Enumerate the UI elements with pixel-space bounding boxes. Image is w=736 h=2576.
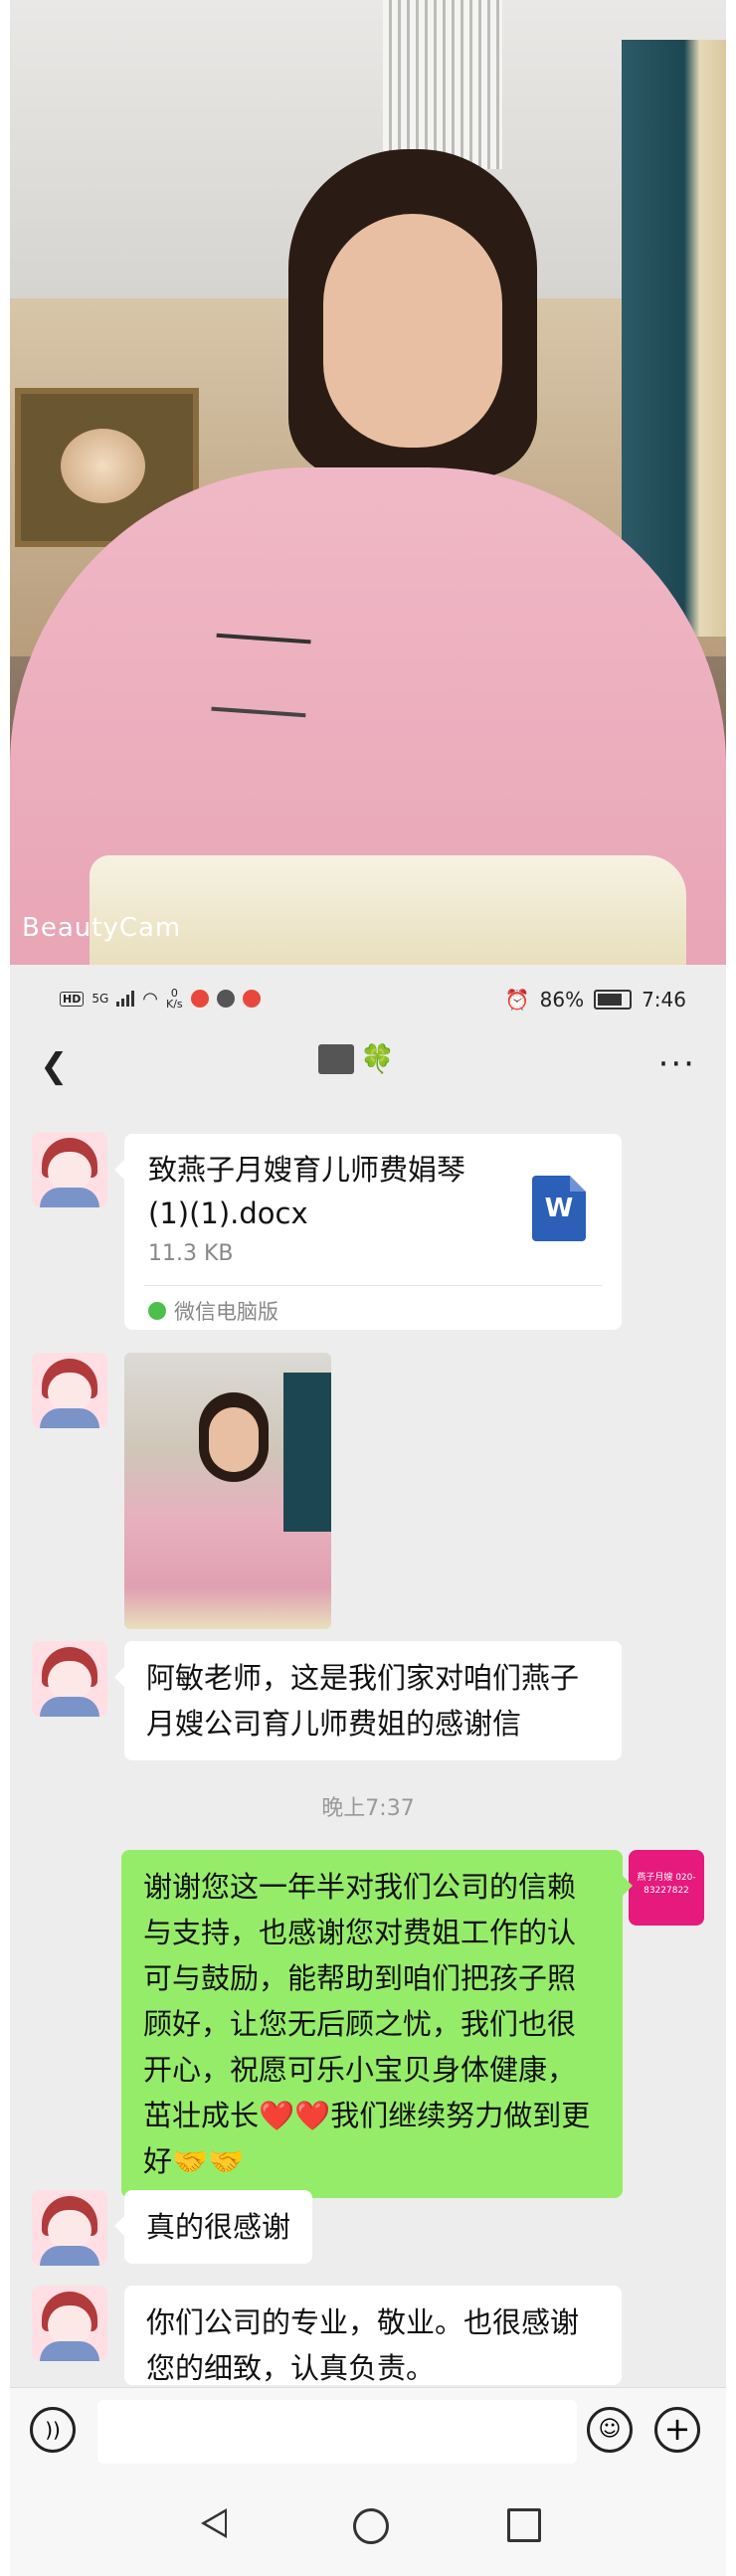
file-size: 11.3 KB	[148, 1241, 234, 1266]
text-message[interactable]: 你们公司的专业，敬业。也很感谢您的细致，认真负责。	[124, 2286, 622, 2385]
message-input[interactable]	[97, 2400, 577, 2464]
nav-recents-icon[interactable]	[507, 2508, 541, 2542]
hd-icon: HD	[60, 991, 85, 1007]
plus-icon[interactable]: +	[654, 2407, 700, 2453]
input-bar: )) ☺ +	[10, 2387, 726, 2478]
file-message[interactable]: 致燕子月嫂育儿师费娟琴(1)(1).docx W 11.3 KB 微信电脑版	[114, 1134, 622, 1330]
status-bar: HD 5G ◠ 0 K/s ⏰ 86% 7:46	[10, 980, 726, 1019]
emoji-icon[interactable]: ☺	[587, 2407, 633, 2453]
battery-icon	[594, 990, 633, 1010]
shared-photo: BeautyCam	[10, 0, 726, 965]
system-nav-bar	[10, 2477, 726, 2576]
nav-home-icon[interactable]	[353, 2508, 389, 2544]
message-timestamp: 晚上7:37	[321, 1796, 415, 1821]
open-book	[90, 855, 686, 965]
file-name: 致燕子月嫂育儿师费娟琴(1)(1).docx	[148, 1153, 466, 1230]
contact-avatar[interactable]	[32, 1641, 107, 1717]
voice-input-icon[interactable]: ))	[30, 2407, 76, 2453]
back-icon[interactable]: ❮	[40, 1046, 69, 1086]
browser-icon	[216, 990, 235, 1008]
photo-watermark: BeautyCam	[22, 913, 182, 943]
wechat-pc-icon	[148, 1302, 166, 1320]
my-text-message[interactable]: 谢谢您这一年半对我们公司的信赖与支持，也感谢您对费姐工作的认可与鼓励，能帮助到咱…	[121, 1850, 633, 2198]
image-message[interactable]	[124, 1353, 331, 1629]
alarm-icon: ⏰	[504, 988, 530, 1012]
chat-title: 🍀	[318, 1042, 395, 1075]
screen: BeautyCam HD 5G ◠ 0 K/s ⏰ 86% 7:46 ❮ 🍀 ·…	[10, 0, 726, 2576]
nav-back-icon[interactable]	[199, 2508, 227, 2538]
my-avatar[interactable]: 燕子月嫂 020-83227822	[629, 1850, 704, 1926]
weibo-icon	[190, 990, 209, 1008]
more-options-icon[interactable]: ···	[658, 1044, 696, 1084]
clover-icon: 🍀	[360, 1042, 395, 1075]
text-message[interactable]: 阿敏老师，这是我们家对咱们燕子月嫂公司育儿师费姐的感谢信	[114, 1641, 622, 1760]
contact-avatar[interactable]	[32, 2190, 107, 2266]
clock: 7:46	[642, 988, 686, 1012]
battery-percent: 86%	[539, 988, 585, 1012]
weibo-icon	[242, 990, 261, 1008]
contact-avatar[interactable]	[32, 1353, 107, 1428]
contact-name-icon	[318, 1043, 354, 1074]
text-message[interactable]: 真的很感谢	[113, 2190, 313, 2264]
chat-header: ❮ 🍀 ···	[10, 1024, 726, 1104]
wifi-icon: ◠	[142, 988, 158, 1010]
word-document-icon: W	[532, 1176, 586, 1241]
contact-avatar[interactable]	[32, 1132, 107, 1207]
signal-icon	[116, 991, 135, 1007]
file-source: 微信电脑版	[148, 1296, 278, 1326]
person-face	[323, 214, 502, 448]
contact-avatar[interactable]	[32, 2286, 107, 2361]
